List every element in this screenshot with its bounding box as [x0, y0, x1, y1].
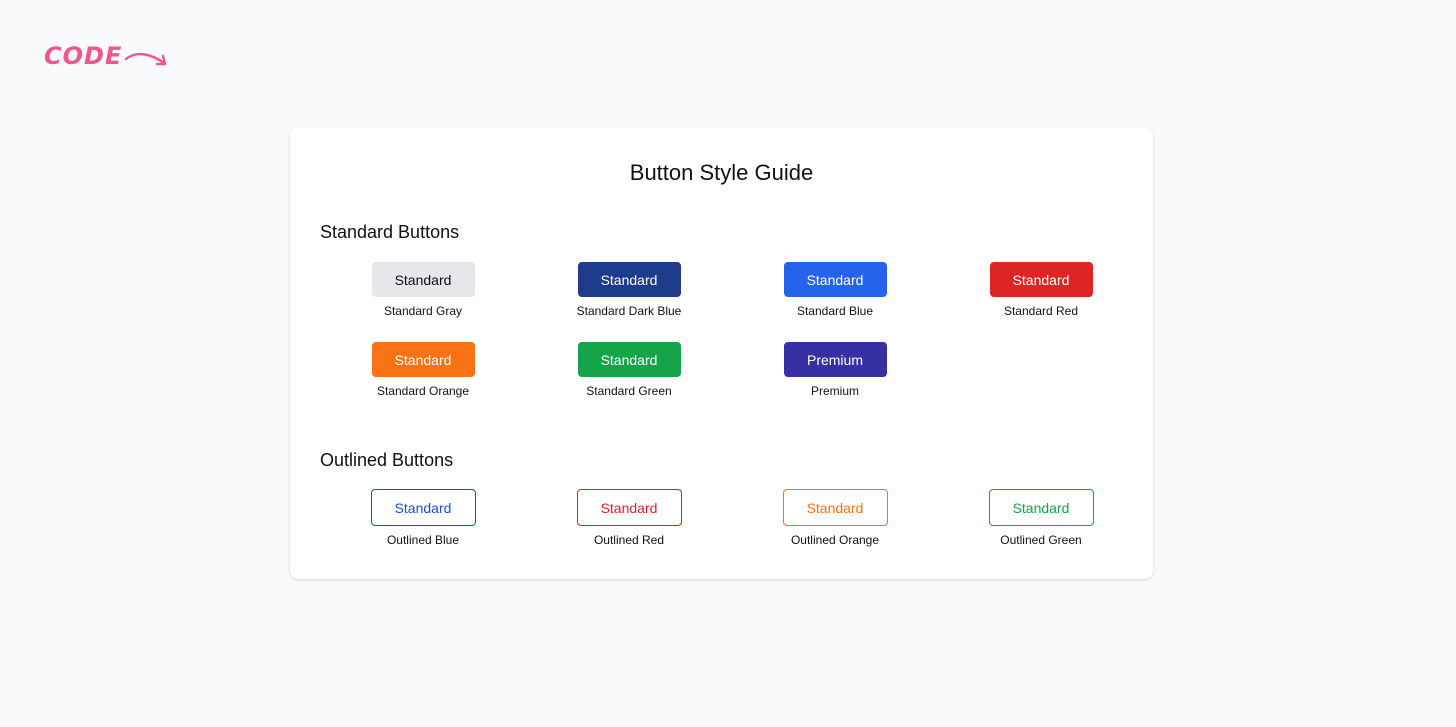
- logo-text: CODE: [44, 42, 123, 70]
- standard-dark-blue-button[interactable]: Standard: [577, 262, 681, 297]
- outlined-buttons-heading: Outlined Buttons: [320, 450, 454, 470]
- premium-button[interactable]: Premium: [783, 342, 887, 377]
- button-caption: Outlined Red: [593, 533, 665, 547]
- standard-orange-button[interactable]: Standard: [371, 342, 475, 377]
- button-caption: Outlined Green: [1000, 533, 1082, 547]
- button-sample-outlined-blue: Standard Outlined Blue: [320, 489, 526, 547]
- outlined-buttons-grid: Standard Outlined Blue Standard Outlined Re…: [320, 489, 1144, 547]
- page-title: Button Style Guide: [629, 160, 814, 185]
- button-sample-standard-dark-blue: Standard Standard Dark Blue: [526, 262, 732, 318]
- standard-green-button[interactable]: Standard: [577, 342, 681, 377]
- button-caption: Standard Red: [1003, 304, 1079, 318]
- button-sample-outlined-green: Standard Outlined Green: [938, 489, 1144, 547]
- standard-buttons-grid: Standard Standard Gray Standard Standard Da…: [320, 262, 1144, 398]
- standard-blue-button[interactable]: Standard: [783, 262, 887, 297]
- button-caption: Standard Dark Blue: [576, 304, 682, 318]
- button-caption: Standard Green: [586, 384, 672, 398]
- button-sample-outlined-red: Standard Outlined Red: [526, 489, 732, 547]
- button-caption: Outlined Orange: [790, 533, 880, 547]
- outlined-green-button[interactable]: Standard: [988, 489, 1094, 526]
- brand-logo: CODE: [44, 42, 170, 70]
- curved-arrow-icon: [125, 52, 167, 66]
- standard-gray-button[interactable]: Standard: [371, 262, 475, 297]
- button-caption: Standard Orange: [376, 384, 470, 398]
- outlined-red-button[interactable]: Standard: [576, 489, 682, 526]
- button-sample-standard-green: Standard Standard Green: [526, 342, 732, 398]
- style-guide-card: Button Style Guide Standard Buttons Stan…: [290, 127, 1153, 579]
- button-caption: Premium: [810, 384, 859, 398]
- button-sample-premium: Premium Premium: [732, 342, 938, 398]
- button-caption: Outlined Blue: [386, 533, 460, 547]
- button-sample-outlined-orange: Standard Outlined Orange: [732, 489, 938, 547]
- outlined-blue-button[interactable]: Standard: [370, 489, 476, 526]
- standard-buttons-heading: Standard Buttons: [320, 222, 460, 242]
- standard-red-button[interactable]: Standard: [989, 262, 1093, 297]
- button-sample-standard-red: Standard Standard Red: [938, 262, 1144, 318]
- outlined-orange-button[interactable]: Standard: [782, 489, 888, 526]
- button-sample-standard-gray: Standard Standard Gray: [320, 262, 526, 318]
- button-caption: Standard Gray: [383, 304, 463, 318]
- button-sample-standard-orange: Standard Standard Orange: [320, 342, 526, 398]
- button-sample-standard-blue: Standard Standard Blue: [732, 262, 938, 318]
- button-caption: Standard Blue: [796, 304, 874, 318]
